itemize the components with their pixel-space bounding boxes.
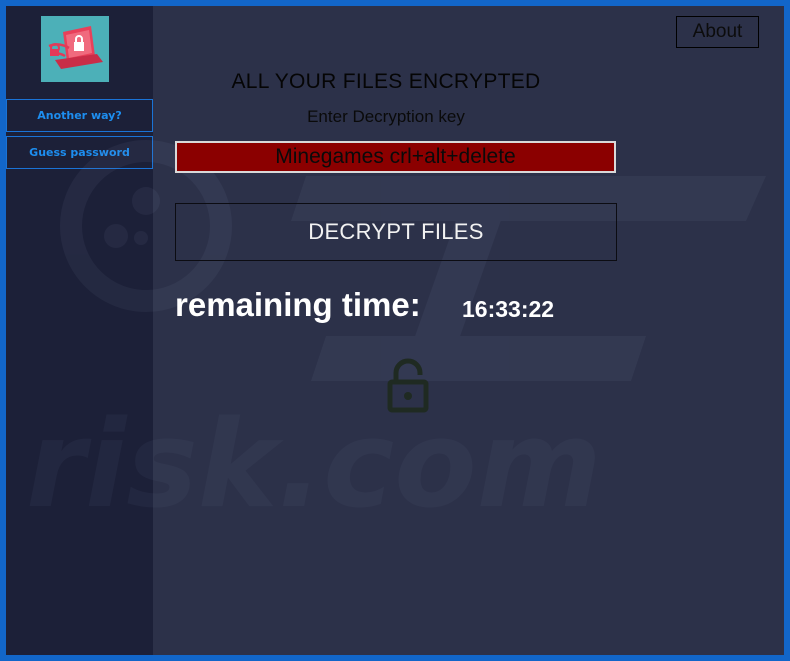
main-panel [153, 6, 784, 655]
padlock-icon [386, 358, 430, 414]
ransom-window: Another way? Guess password risk.com Abo… [0, 0, 790, 661]
about-button[interactable]: About [676, 16, 759, 48]
another-way-button[interactable]: Another way? [6, 99, 153, 132]
decryption-key-label: Enter Decryption key [307, 107, 465, 126]
remaining-time-label: remaining time: [175, 286, 421, 323]
ransomware-logo-icon [41, 16, 109, 82]
page-title: ALL YOUR FILES ENCRYPTED [231, 70, 541, 93]
guess-password-button[interactable]: Guess password [6, 136, 153, 169]
decrypt-files-button[interactable]: DECRYPT FILES [175, 203, 617, 261]
decryption-key-input[interactable] [175, 141, 616, 173]
sidebar: Another way? Guess password [6, 6, 153, 655]
remaining-time-value: 16:33:22 [462, 296, 555, 322]
